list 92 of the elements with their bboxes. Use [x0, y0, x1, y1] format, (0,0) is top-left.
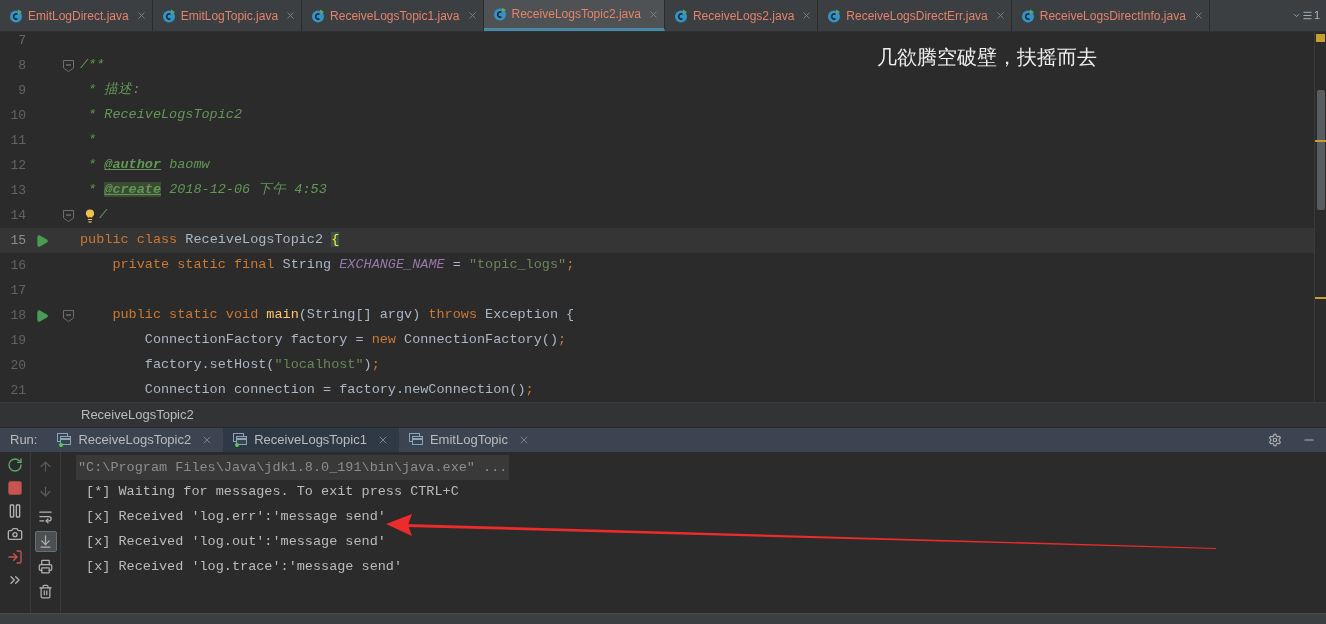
editor-tab[interactable]: EmitLogTopic.java	[152, 0, 303, 31]
down-arrow-icon	[38, 484, 53, 499]
tab-label: ReceiveLogsDirectInfo.java	[1039, 7, 1186, 25]
tab-label: EmitLogTopic.java	[180, 7, 279, 25]
code-line: public class ReceiveLogsTopic2 {	[80, 231, 340, 250]
run-tab[interactable]: EmitLogTopic	[398, 428, 540, 452]
caret-icon	[1291, 11, 1301, 20]
rerun-icon[interactable]	[7, 457, 23, 473]
line-number: 8	[17, 56, 27, 75]
line-number: 10	[9, 106, 27, 125]
tab-label: ReceiveLogsDirectErr.java	[846, 7, 988, 25]
line-number: 11	[9, 131, 27, 150]
close-icon[interactable]	[994, 10, 1006, 21]
editor-tab[interactable]: ReceiveLogsTopic2.java	[483, 0, 665, 31]
class-file-icon	[161, 8, 176, 23]
run-tab[interactable]: ReceiveLogsTopic2	[47, 428, 224, 452]
code-line: * ReceiveLogsTopic2	[87, 106, 243, 125]
editor-tab[interactable]: EmitLogDirect.java	[0, 0, 153, 31]
line-number: 20	[9, 356, 27, 375]
tab-label: EmitLogDirect.java	[28, 7, 129, 25]
close-icon[interactable]	[647, 8, 659, 20]
editor-tab[interactable]: ReceiveLogsDirectErr.java	[818, 0, 1012, 31]
tab-list-button[interactable]: 1	[1291, 0, 1326, 31]
editor-tab[interactable]: ReceiveLogsTopic1.java	[302, 0, 484, 31]
fold-icon[interactable]	[62, 59, 74, 72]
scroll-to-end-button[interactable]	[34, 531, 57, 552]
code-line: * @author baomw	[87, 156, 210, 175]
tab-label: EmitLogTopic	[429, 431, 508, 450]
code-line: Connection connection = factory.newConnection();	[143, 381, 534, 400]
class-file-icon	[311, 8, 326, 23]
line-number: 13	[9, 181, 27, 200]
class-file-icon	[673, 8, 688, 23]
tab-label: ReceiveLogsTopic2.java	[511, 6, 641, 23]
editor-tab[interactable]: ReceiveLogsDirectInfo.java	[1011, 0, 1210, 31]
line-number: 21	[9, 381, 27, 400]
line-number: 19	[9, 331, 27, 350]
editor-tab[interactable]: ReceiveLogs2.java	[664, 0, 819, 31]
soft-wrap-icon	[38, 509, 53, 524]
fold-icon[interactable]	[62, 209, 74, 222]
camera-icon[interactable]	[7, 526, 23, 542]
run-tab[interactable]: ReceiveLogsTopic1	[223, 428, 399, 452]
code-line: /**	[80, 56, 105, 75]
code-line: ConnectionFactory factory = new ConnectionFactory();	[143, 331, 567, 350]
close-icon[interactable]	[135, 10, 147, 21]
console-output: [x] Received 'log.trace':'message send'	[85, 558, 404, 577]
tab-label: ReceiveLogsTopic2	[78, 431, 192, 450]
class-file-icon	[1020, 8, 1035, 23]
breadcrumb[interactable]: ReceiveLogsTopic2	[81, 405, 194, 425]
class-file-icon	[492, 7, 507, 21]
line-number: 9	[17, 81, 27, 100]
code-line: private static final String EXCHANGE_NAME = "topic_logs";	[111, 256, 575, 275]
scroll-to-end-icon	[38, 534, 53, 549]
tab-label: ReceiveLogsTopic1.java	[330, 7, 460, 25]
settings-icon[interactable]	[1268, 433, 1282, 447]
close-icon[interactable]	[518, 434, 530, 446]
close-icon[interactable]	[285, 10, 297, 21]
close-icon[interactable]	[466, 10, 478, 21]
code-line: * @create 2018-12-06 下午 4:53	[87, 181, 327, 200]
code-line: /	[99, 206, 108, 225]
line-number: 16	[9, 256, 27, 275]
line-number: 17	[9, 281, 27, 300]
pause-icon[interactable]	[7, 503, 23, 519]
console-output: [*] Waiting for messages. To exit press CTRL+C	[85, 483, 460, 502]
class-file-icon	[9, 8, 23, 23]
scrollbar[interactable]	[1314, 32, 1326, 402]
code-line: public static void main(String[] argv) throws Exception {	[111, 306, 575, 325]
tab-label: ReceiveLogs2.java	[692, 7, 795, 25]
close-icon[interactable]	[801, 10, 813, 21]
line-number: 14	[9, 206, 27, 225]
code-line: *	[87, 131, 97, 150]
line-number: 7	[17, 32, 27, 50]
run-icon[interactable]	[35, 233, 49, 248]
fold-icon[interactable]	[62, 309, 74, 322]
print-icon	[38, 559, 53, 574]
run-label: Run:	[9, 431, 39, 450]
close-icon[interactable]	[1192, 10, 1204, 21]
code-line: factory.setHost("localhost");	[143, 356, 380, 375]
class-file-icon	[827, 8, 842, 23]
line-number: 15	[9, 231, 27, 250]
lightbulb-icon[interactable]	[83, 208, 97, 223]
console-output: [x] Received 'log.err':'message send'	[85, 508, 387, 527]
line-number: 18	[9, 306, 27, 325]
trash-icon	[38, 584, 53, 599]
stop-icon[interactable]	[7, 480, 23, 496]
tab-label: ReceiveLogsTopic1	[254, 431, 367, 450]
line-number: 12	[9, 156, 27, 175]
run-icon[interactable]	[35, 308, 49, 323]
code-line: * 描述:	[87, 81, 141, 100]
overlay-caption: 几欲腾空破壁，扶摇而去	[877, 45, 1097, 70]
exit-icon[interactable]	[7, 549, 23, 565]
list-icon	[1301, 10, 1313, 21]
console-output: [x] Received 'log.out':'message send'	[85, 533, 387, 552]
